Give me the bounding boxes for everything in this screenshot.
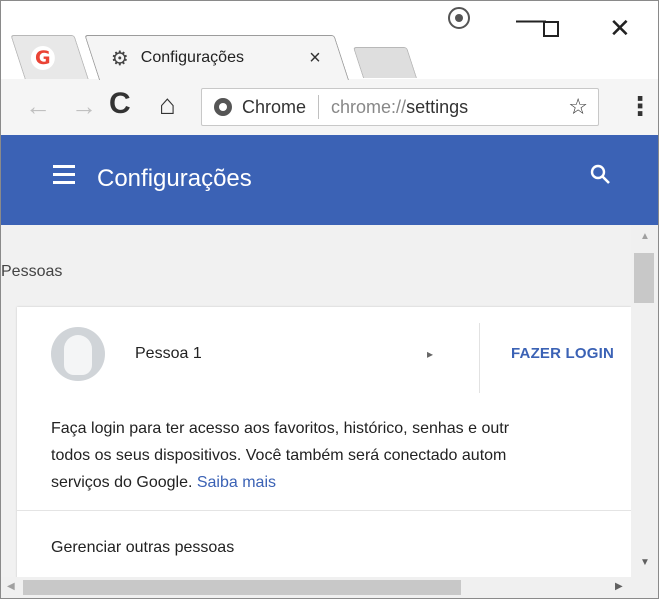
description-line-3: serviços do Google. — [51, 474, 197, 491]
search-icon[interactable] — [589, 163, 611, 192]
section-label-people: Pessoas — [1, 263, 63, 280]
tab-close-icon[interactable]: × — [309, 47, 321, 70]
browser-toolbar: ← → C ⌂ Chrome chrome://settings ☆ ⋮ — [1, 79, 658, 136]
manage-people-item[interactable]: Gerenciar outras pessoas — [51, 539, 234, 557]
settings-header: Configurações — [1, 135, 658, 225]
hamburger-menu-icon[interactable] — [53, 165, 75, 189]
home-icon[interactable]: ⌂ — [159, 89, 176, 121]
expand-arrow-icon[interactable]: ▸ — [427, 347, 433, 361]
vertical-scroll-thumb[interactable] — [634, 253, 654, 303]
reload-icon[interactable]: C — [109, 87, 131, 121]
horizontal-scrollbar[interactable]: ◀ ▶ — [1, 577, 658, 598]
title-bar: G ⚙ Configurações × — ✕ — [1, 1, 658, 80]
bookmark-star-icon[interactable]: ☆ — [568, 94, 588, 120]
page-title: Configurações — [97, 165, 252, 192]
omnibox-url: chrome://settings — [331, 97, 468, 118]
tab-title: Configurações — [140, 49, 244, 66]
minimize-button[interactable]: — — [516, 3, 546, 37]
sign-in-description: Faça login para ter acesso aos favoritos… — [51, 415, 631, 496]
omnibox-separator — [318, 95, 320, 119]
people-card: Pessoa 1 ▸ FAZER LOGIN Faça login para t… — [17, 307, 631, 577]
forward-arrow-icon[interactable]: → — [71, 91, 97, 122]
menu-dots-icon[interactable]: ⋮ — [627, 91, 653, 122]
vertical-separator — [479, 323, 480, 393]
browser-window: G ⚙ Configurações × — ✕ ← → C ⌂ Chrome c… — [0, 0, 659, 599]
tab-google[interactable]: G — [10, 35, 89, 80]
scroll-up-arrow-icon[interactable]: ▲ — [640, 231, 650, 242]
description-line-2: todos os seus dispositivos. Você também … — [51, 447, 507, 464]
address-bar[interactable]: Chrome chrome://settings ☆ — [201, 88, 599, 126]
back-arrow-icon[interactable]: ← — [25, 91, 51, 122]
settings-content: Pessoas Pessoa 1 ▸ FAZER LOGIN Faça logi… — [1, 225, 631, 577]
person-name: Pessoa 1 — [135, 345, 202, 362]
gear-icon: ⚙ — [110, 47, 129, 70]
vertical-scrollbar[interactable]: ▲ ▼ — [631, 225, 658, 577]
new-tab-button[interactable] — [352, 47, 417, 78]
scroll-down-arrow-icon[interactable]: ▼ — [640, 557, 650, 568]
scroll-left-arrow-icon[interactable]: ◀ — [7, 581, 15, 592]
description-line-1: Faça login para ter acesso aos favoritos… — [51, 420, 510, 437]
google-g-icon: G — [30, 46, 55, 70]
divider — [17, 510, 631, 511]
chrome-page-icon — [214, 98, 232, 116]
sign-in-button[interactable]: FAZER LOGIN — [511, 345, 614, 362]
close-window-button[interactable]: ✕ — [609, 13, 631, 44]
maximize-button[interactable] — [543, 21, 559, 37]
omnibox-chip: Chrome — [242, 96, 307, 117]
horizontal-scroll-thumb[interactable] — [23, 580, 461, 595]
avatar — [51, 327, 105, 381]
profile-icon[interactable] — [448, 7, 470, 29]
tab-settings[interactable]: ⚙ Configurações × — [84, 35, 350, 80]
url-scheme: chrome:// — [331, 96, 407, 117]
learn-more-link[interactable]: Saiba mais — [197, 474, 276, 491]
scroll-right-arrow-icon[interactable]: ▶ — [615, 581, 623, 592]
person-row[interactable]: Pessoa 1 ▸ FAZER LOGIN — [17, 307, 631, 407]
url-path: settings — [406, 96, 469, 117]
